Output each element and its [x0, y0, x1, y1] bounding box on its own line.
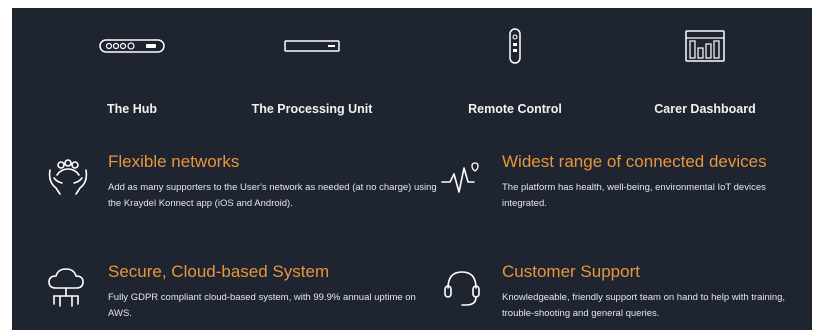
- product-label: The Hub: [107, 102, 157, 116]
- feature-description: The platform has health, well-being, env…: [502, 182, 766, 209]
- features-panel: The Hub The Processing Unit Remote Contr…: [12, 8, 812, 330]
- cloud-network-icon: [46, 266, 90, 310]
- product-label: Carer Dashboard: [654, 102, 756, 116]
- feature-title: Flexible networks: [108, 152, 240, 171]
- product-remote-control: Remote Control: [430, 28, 600, 116]
- feature-description: Fully GDPR compliant cloud-based system,…: [108, 292, 416, 319]
- feature-title: Secure, Cloud-based System: [108, 262, 330, 281]
- people-hands-icon: [46, 156, 90, 200]
- feature-description: Knowledgeable, friendly support team on …: [502, 292, 786, 319]
- feature-flexible-networks: Flexible networks Add as many supporters…: [48, 152, 438, 212]
- dashboard-icon: [620, 28, 790, 64]
- heartbeat-icon: [440, 156, 484, 200]
- remote-control-icon: [430, 28, 600, 64]
- product-carer-dashboard: Carer Dashboard: [620, 28, 790, 116]
- product-processing-unit: The Processing Unit: [227, 28, 397, 116]
- feature-title: Widest range of connected devices: [502, 152, 767, 171]
- processing-unit-icon: [227, 28, 397, 64]
- feature-title: Customer Support: [502, 262, 640, 281]
- feature-description: Add as many supporters to the User's net…: [108, 182, 437, 209]
- feature-secure-cloud: Secure, Cloud-based System Fully GDPR co…: [48, 262, 438, 322]
- hub-device-icon: [47, 28, 217, 64]
- feature-customer-support: Customer Support Knowledgeable, friendly…: [444, 262, 802, 322]
- product-label: The Processing Unit: [251, 102, 373, 116]
- product-label: Remote Control: [468, 102, 562, 116]
- product-hub: The Hub: [47, 28, 217, 116]
- feature-connected-devices: Widest range of connected devices The pl…: [441, 152, 802, 212]
- headset-icon: [440, 266, 484, 310]
